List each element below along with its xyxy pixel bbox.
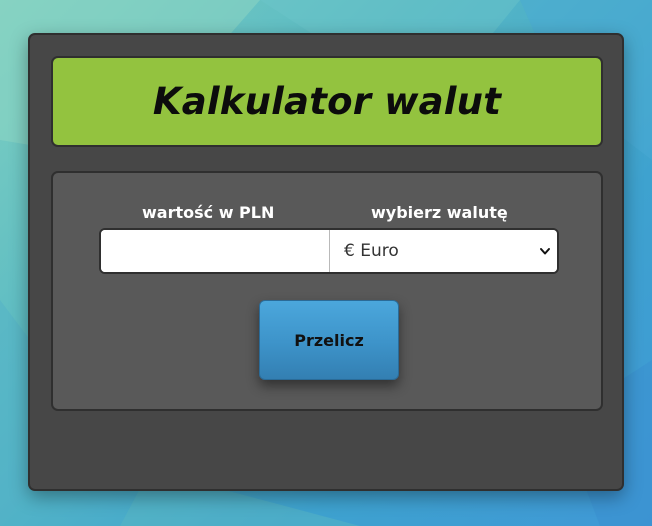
currency-label: wybierz walutę [371, 203, 508, 222]
currency-selected-value: € Euro [344, 241, 399, 261]
amount-label: wartość w PLN [142, 203, 275, 222]
currency-select[interactable]: € Euro [330, 230, 557, 272]
calculator-card: Kalkulator walut wartość w PLN wybierz w… [28, 33, 624, 491]
header-banner: Kalkulator walut [51, 56, 603, 147]
chevron-down-icon [540, 248, 550, 255]
converter-panel: wartość w PLN wybierz walutę € Euro Prze… [51, 171, 603, 411]
amount-input[interactable] [101, 230, 330, 272]
convert-button[interactable]: Przelicz [259, 300, 399, 380]
input-group: € Euro [99, 228, 559, 274]
convert-button-label: Przelicz [294, 330, 364, 350]
page-title: Kalkulator walut [152, 80, 502, 123]
